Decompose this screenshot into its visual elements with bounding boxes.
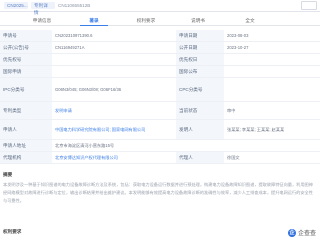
field-label: 代理人 bbox=[176, 152, 224, 163]
table-row: 国际申请 国际公布 bbox=[0, 66, 320, 78]
field-label: CPC分类号 bbox=[176, 78, 224, 101]
header-chip[interactable]: CN2025... bbox=[4, 2, 28, 9]
table-row: IPC分类号 G06N3/045; G06N3/08; G06F16/36 CP… bbox=[0, 78, 320, 102]
field-value bbox=[224, 54, 320, 65]
field-value bbox=[224, 66, 320, 77]
table-row: 申请号 CN202310971390.6 申请日期 2023-08-03 bbox=[0, 30, 320, 42]
field-label: 申请号 bbox=[0, 30, 52, 41]
tab-bar: 申请信息 著录 权利要求 说明书 全文 bbox=[0, 16, 320, 26]
applicant-link[interactable]: 中国电力科学研究院有限公司; 国家电网有限公司 bbox=[52, 120, 176, 139]
brand-name: 企查查 bbox=[297, 231, 316, 237]
field-label: IPC分类号 bbox=[0, 78, 52, 101]
brand-icon: 企 bbox=[287, 228, 296, 237]
brand-logo: 企 企查查 bbox=[287, 228, 316, 237]
tab-claims[interactable]: 权利要求 bbox=[122, 16, 170, 26]
table-row: 申请人地址 北京市海淀区清河小营东路15号 bbox=[0, 140, 320, 152]
agency-link[interactable]: 北京安博达知识产权代理有限公司 bbox=[52, 152, 176, 163]
field-value: 发明申请 bbox=[55, 107, 72, 113]
field-label: 代理机构 bbox=[0, 152, 52, 163]
field-value: G06N3/045; G06N3/08; G06F16/36 bbox=[55, 87, 122, 92]
claims-heading: 权利要求 bbox=[3, 229, 22, 234]
field-value: 2023-10-27 bbox=[227, 45, 249, 50]
field-label: 公开(公告)号 bbox=[0, 42, 52, 53]
table-row: 专利类型 发明申请 当前状态 审中 bbox=[0, 102, 320, 120]
field-label: 公开日期 bbox=[176, 42, 224, 53]
field-value: 张某某; 李某某; 王某某; 赵某某 bbox=[227, 126, 285, 132]
table-row: 公开(公告)号 CN116949271A 公开日期 2023-10-27 bbox=[0, 42, 320, 54]
field-value bbox=[52, 54, 176, 65]
field-value: 北京市海淀区清河小营东路15号 bbox=[55, 142, 115, 148]
header-chip[interactable]: 专利详情 bbox=[31, 2, 55, 15]
field-value: CN116949271A bbox=[55, 45, 85, 50]
table-row: 优先权号 优先权日 bbox=[0, 54, 320, 66]
field-label: 国际公布 bbox=[176, 66, 224, 77]
field-label: 国际申请 bbox=[0, 66, 52, 77]
close-button[interactable] bbox=[301, 1, 317, 10]
tab-fulltext[interactable]: 全文 bbox=[226, 16, 274, 26]
field-value: CN202310971390.6 bbox=[55, 33, 93, 38]
summary-text: 本发明涉及一种基于知识图谱的电力设备故障诊断方法及系统，包括：获取电力设备运行数… bbox=[3, 182, 313, 203]
field-label: 申请人地址 bbox=[0, 140, 52, 151]
table-row: 申请人 中国电力科学研究院有限公司; 国家电网有限公司 发明人 张某某; 李某某… bbox=[0, 120, 320, 140]
field-label: 申请日期 bbox=[176, 30, 224, 41]
table-row: 代理机构 北京安博达知识产权代理有限公司 代理人 徐国文 bbox=[0, 152, 320, 164]
tab-description[interactable]: 说明书 bbox=[174, 16, 222, 26]
field-label: 当前状态 bbox=[176, 102, 224, 119]
field-label: 专利类型 bbox=[0, 102, 52, 119]
field-label: 申请人 bbox=[0, 120, 52, 139]
field-label: 发明人 bbox=[176, 120, 224, 139]
field-value: 2023-08-03 bbox=[227, 33, 249, 38]
top-bar: CN2025... 专利详情 CN110655512B bbox=[0, 0, 320, 15]
summary-heading: 摘要 bbox=[3, 172, 13, 177]
field-value: 审中 bbox=[227, 107, 236, 113]
field-label: 优先权日 bbox=[176, 54, 224, 65]
document-id: CN110655512B bbox=[58, 3, 91, 8]
field-label: 优先权号 bbox=[0, 54, 52, 65]
active-tab-indicator bbox=[80, 25, 108, 26]
field-value: 徐国文 bbox=[227, 154, 240, 160]
field-value bbox=[52, 66, 176, 77]
field-value bbox=[224, 78, 320, 101]
tab-application[interactable]: 申请信息 bbox=[18, 16, 66, 26]
